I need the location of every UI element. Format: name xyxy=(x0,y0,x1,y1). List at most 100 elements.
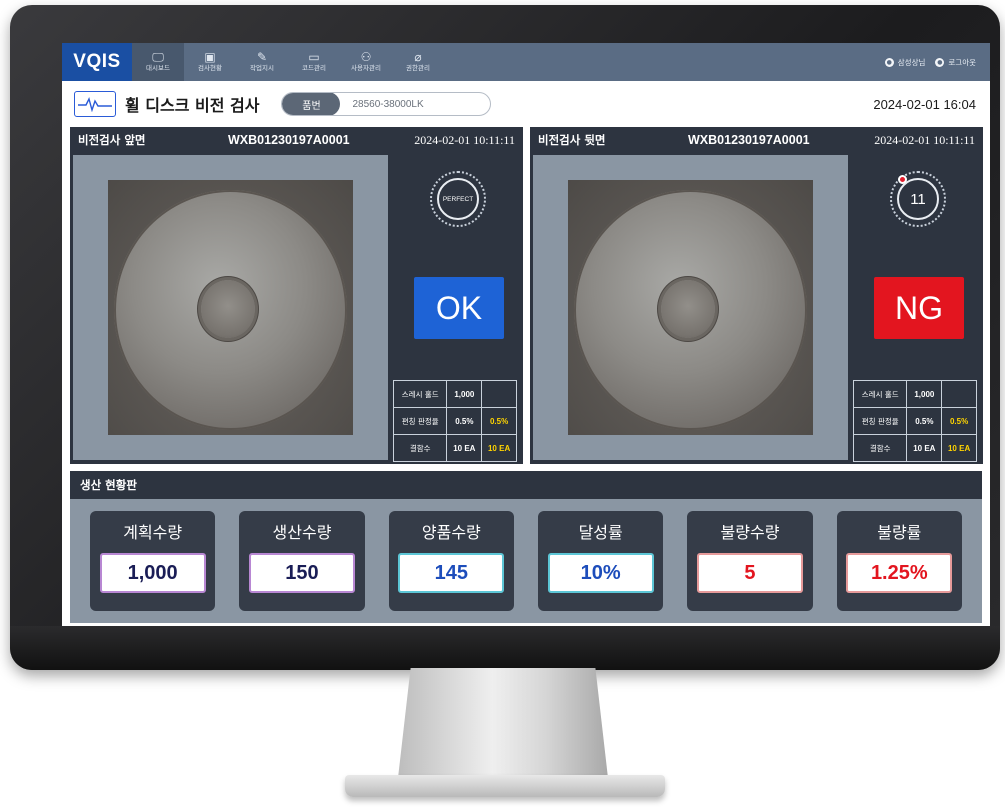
kpi-cards: 계획수량 1,000 생산수량 150 양품수량 145 달성률 10% 불량수… xyxy=(70,499,982,611)
kpi-value: 5 xyxy=(696,553,803,593)
empty-cell xyxy=(481,380,517,408)
kpi-label: 양품수량 xyxy=(421,523,481,542)
status-gauge: PERFECT xyxy=(430,171,486,227)
defect-label: 결함수 xyxy=(392,434,448,462)
user-menu[interactable]: ● 삼성상님 xyxy=(884,57,926,68)
panel-title: 비전검사 뒷면 xyxy=(538,133,606,147)
panel-header: 비전검사 뒷면 WXB01230197A0001 2024-02-01 10:1… xyxy=(530,127,983,153)
panel-header: 비전검사 앞면 WXB01230197A0001 2024-02-01 10:1… xyxy=(70,127,523,153)
threshold-value: 1,000 xyxy=(906,380,943,408)
nav-label: 작업지시 xyxy=(250,64,274,72)
kpi-label: 계획수량 xyxy=(123,523,183,542)
result-badge-ok: OK xyxy=(414,277,504,339)
defect-count-gauge: 11 xyxy=(890,171,946,227)
nav-label: 권한관리 xyxy=(406,64,430,72)
rate-value-highlight: 0.5% xyxy=(481,407,517,435)
rate-value: 0.5% xyxy=(446,407,483,435)
kpi-value: 145 xyxy=(398,553,505,593)
app-screen: VQIS 🖵 대시보드 ▣ 검사현황 ✎ 작업지시 ▭ 코드관리 ⚇ 사용자관리 xyxy=(62,43,990,633)
window-icon: ▭ xyxy=(308,50,320,64)
title-row: 휠 디스크 비전 검사 품번 28560-38000LK 2024-02-01 … xyxy=(62,81,990,127)
page-title: 휠 디스크 비전 검사 xyxy=(125,96,260,115)
stats-table: 스레시 홀드 1,000 편칭 판정율 0.5% 0.5% 결함수 10 EA … xyxy=(392,380,517,462)
nav-item-code-management[interactable]: ▭ 코드관리 xyxy=(288,43,340,81)
threshold-label: 스레시 홀드 xyxy=(852,380,908,408)
kpi-card-good: 양품수량 145 xyxy=(388,511,514,611)
top-nav: VQIS 🖵 대시보드 ▣ 검사현황 ✎ 작업지시 ▭ 코드관리 ⚇ 사용자관리 xyxy=(62,43,990,81)
inspection-time: 2024-02-01 10:11:11 xyxy=(874,132,975,147)
rate-value-highlight: 0.5% xyxy=(941,407,977,435)
nav-label: 코드관리 xyxy=(302,64,326,72)
part-number-field[interactable]: 품번 28560-38000LK xyxy=(281,92,492,116)
serial-number: WXB01230197A0001 xyxy=(688,133,810,147)
lock-icon: ⌀ xyxy=(414,50,422,64)
gauge-text: PERFECT xyxy=(442,195,474,203)
part-number-label: 품번 xyxy=(282,93,341,115)
nav-item-work-order[interactable]: ✎ 작업지시 xyxy=(236,43,288,81)
kpi-label: 불량률 xyxy=(877,523,922,542)
camera-icon: ▣ xyxy=(204,50,216,64)
nav-label: 검사현황 xyxy=(198,64,222,72)
hub-shape xyxy=(661,280,715,338)
defect-value: 10 EA xyxy=(446,434,483,462)
kpi-label: 생산수량 xyxy=(272,523,332,542)
wheel-disc-photo[interactable] xyxy=(568,180,813,435)
image-area xyxy=(73,155,388,460)
empty-cell xyxy=(941,380,977,408)
edit-icon: ✎ xyxy=(256,50,268,64)
nav-label: 사용자관리 xyxy=(351,64,381,72)
nav-item-user-management[interactable]: ⚇ 사용자관리 xyxy=(340,43,392,81)
kpi-card-achievement: 달성률 10% xyxy=(537,511,664,611)
kpi-card-defect-count: 불량수량 5 xyxy=(687,511,813,611)
kpi-value: 10% xyxy=(547,553,654,593)
monitor-frame: VQIS 🖵 대시보드 ▣ 검사현황 ✎ 작업지시 ▭ 코드관리 ⚇ 사용자관리 xyxy=(10,5,1000,670)
gauge-ring: 11 xyxy=(897,178,939,220)
app-logo[interactable]: VQIS xyxy=(62,43,132,81)
rate-label: 편칭 판정율 xyxy=(392,407,448,435)
nav-label: 대시보드 xyxy=(146,64,170,72)
threshold-label: 스레시 홀드 xyxy=(392,380,448,408)
kpi-value: 1,000 xyxy=(99,553,206,593)
kpi-card-planned: 계획수량 1,000 xyxy=(90,511,216,611)
result-badge-ng: NG xyxy=(874,277,964,339)
pulse-icon xyxy=(74,91,116,117)
kpi-label: 달성률 xyxy=(578,523,623,542)
defect-value-highlight: 10 EA xyxy=(481,434,517,462)
defect-count: 11 xyxy=(910,190,926,208)
nav-item-dashboard[interactable]: 🖵 대시보드 xyxy=(132,43,184,81)
kpi-card-defect-rate: 불량률 1.25% xyxy=(836,511,962,611)
defect-label: 결함수 xyxy=(852,434,908,462)
current-datetime: 2024-02-01 16:04 xyxy=(873,96,976,112)
part-number-value[interactable]: 28560-38000LK xyxy=(340,99,423,110)
users-icon: ⚇ xyxy=(360,50,372,64)
back-inspection-panel: 비전검사 뒷면 WXB01230197A0001 2024-02-01 10:1… xyxy=(530,127,983,464)
kpi-label: 불량수량 xyxy=(720,523,780,542)
result-column: 11 NG 스레시 홀드 1,000 편칭 판정율 0.5% 0.5% 결함수 … xyxy=(850,155,980,462)
wheel-disc-photo[interactable] xyxy=(108,180,353,435)
hub-shape xyxy=(201,280,255,338)
result-column: PERFECT OK 스레시 홀드 1,000 편칭 판정율 0.5% 0.5% xyxy=(390,155,520,462)
kpi-value: 1.25% xyxy=(846,553,953,593)
user-area: ● 삼성상님 ● 로그아웃 xyxy=(884,57,990,68)
board-title: 생산 현황판 xyxy=(70,471,982,499)
front-inspection-panel: 비전검사 앞면 WXB01230197A0001 2024-02-01 10:1… xyxy=(70,127,523,464)
inspection-time: 2024-02-01 10:11:11 xyxy=(414,132,515,147)
user-icon: ● xyxy=(884,57,894,67)
stats-table: 스레시 홀드 1,000 편칭 판정율 0.5% 0.5% 결함수 10 EA … xyxy=(852,380,977,462)
defect-value-highlight: 10 EA xyxy=(941,434,977,462)
rate-label: 편칭 판정율 xyxy=(852,407,908,435)
threshold-value: 1,000 xyxy=(446,380,483,408)
logout-icon: ● xyxy=(935,57,945,67)
alert-dot-icon xyxy=(898,175,907,184)
image-area xyxy=(533,155,848,460)
monitor-icon: 🖵 xyxy=(152,50,164,64)
serial-number: WXB01230197A0001 xyxy=(228,133,350,147)
logout-label: 로그아웃 xyxy=(948,57,976,67)
production-board: 생산 현황판 계획수량 1,000 생산수량 150 양품수량 145 달성률 … xyxy=(70,471,982,623)
logout-button[interactable]: ● 로그아웃 xyxy=(935,57,976,68)
monitor-stand-base xyxy=(345,775,665,797)
nav-item-inspection-status[interactable]: ▣ 검사현황 xyxy=(184,43,236,81)
panel-title: 비전검사 앞면 xyxy=(78,133,146,147)
user-name: 삼성상님 xyxy=(897,57,926,67)
nav-item-permission-management[interactable]: ⌀ 권한관리 xyxy=(392,43,444,81)
